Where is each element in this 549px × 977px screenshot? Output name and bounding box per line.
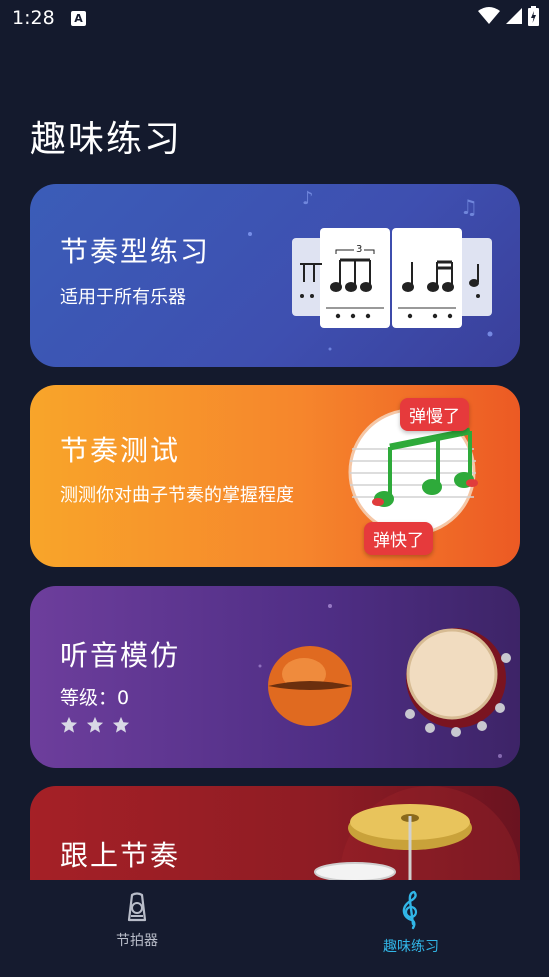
metronome-icon — [127, 892, 147, 922]
star-icon — [60, 716, 78, 733]
bottom-nav: 节拍器 趣味练习 — [0, 880, 549, 977]
card-title: 节奏测试 — [60, 434, 181, 467]
page-title: 趣味练习 — [30, 119, 183, 160]
card-subtitle: 测测你对曲子节奏的掌握程度 — [60, 485, 294, 506]
nav-label: 节拍器 — [116, 933, 158, 949]
triplet-mark: 3 — [354, 244, 365, 255]
content-scroll[interactable]: 趣味练习 ♪ ♫ 节奏型练习 适用于所有乐器 3 节奏测试 测测你对曲子节奏的掌… — [0, 0, 549, 880]
star-icon — [112, 716, 130, 733]
treble-clef-icon — [402, 890, 418, 930]
rhythm-cards-illustration — [292, 228, 492, 328]
level-label: 等级： — [60, 687, 118, 709]
card-title: 节奏型练习 — [60, 235, 211, 268]
nav-label: 趣味练习 — [383, 939, 439, 955]
nav-item-fun-practice[interactable]: 趣味练习 — [341, 890, 481, 956]
level-value: 0 — [117, 687, 130, 709]
instruments-illustration — [268, 628, 511, 737]
card-subtitle: 适用于所有乐器 — [60, 287, 186, 308]
nav-item-metronome[interactable]: 节拍器 — [67, 890, 207, 950]
fast-badge: 弹快了 — [364, 522, 433, 555]
slow-badge: 弹慢了 — [400, 398, 469, 431]
rhythm-test-card[interactable]: 节奏测试 测测你对曲子节奏的掌握程度 弹慢了 弹快了 — [30, 385, 520, 567]
listen-imitate-card[interactable]: 听音模仿 等级：0 — [30, 586, 520, 768]
star-icon — [86, 716, 104, 733]
follow-rhythm-card[interactable]: 跟上节奏 — [30, 786, 520, 880]
svg-text:♫: ♫ — [460, 195, 478, 219]
star-rating — [60, 716, 130, 734]
drum-kit-illustration — [314, 786, 520, 880]
card-title: 听音模仿 — [60, 639, 181, 672]
svg-text:♪: ♪ — [302, 188, 314, 209]
level-row: 等级：0 — [60, 683, 129, 710]
rhythm-pattern-card[interactable]: ♪ ♫ 节奏型练习 适用于所有乐器 3 — [30, 184, 520, 367]
card-title: 跟上节奏 — [60, 839, 181, 872]
